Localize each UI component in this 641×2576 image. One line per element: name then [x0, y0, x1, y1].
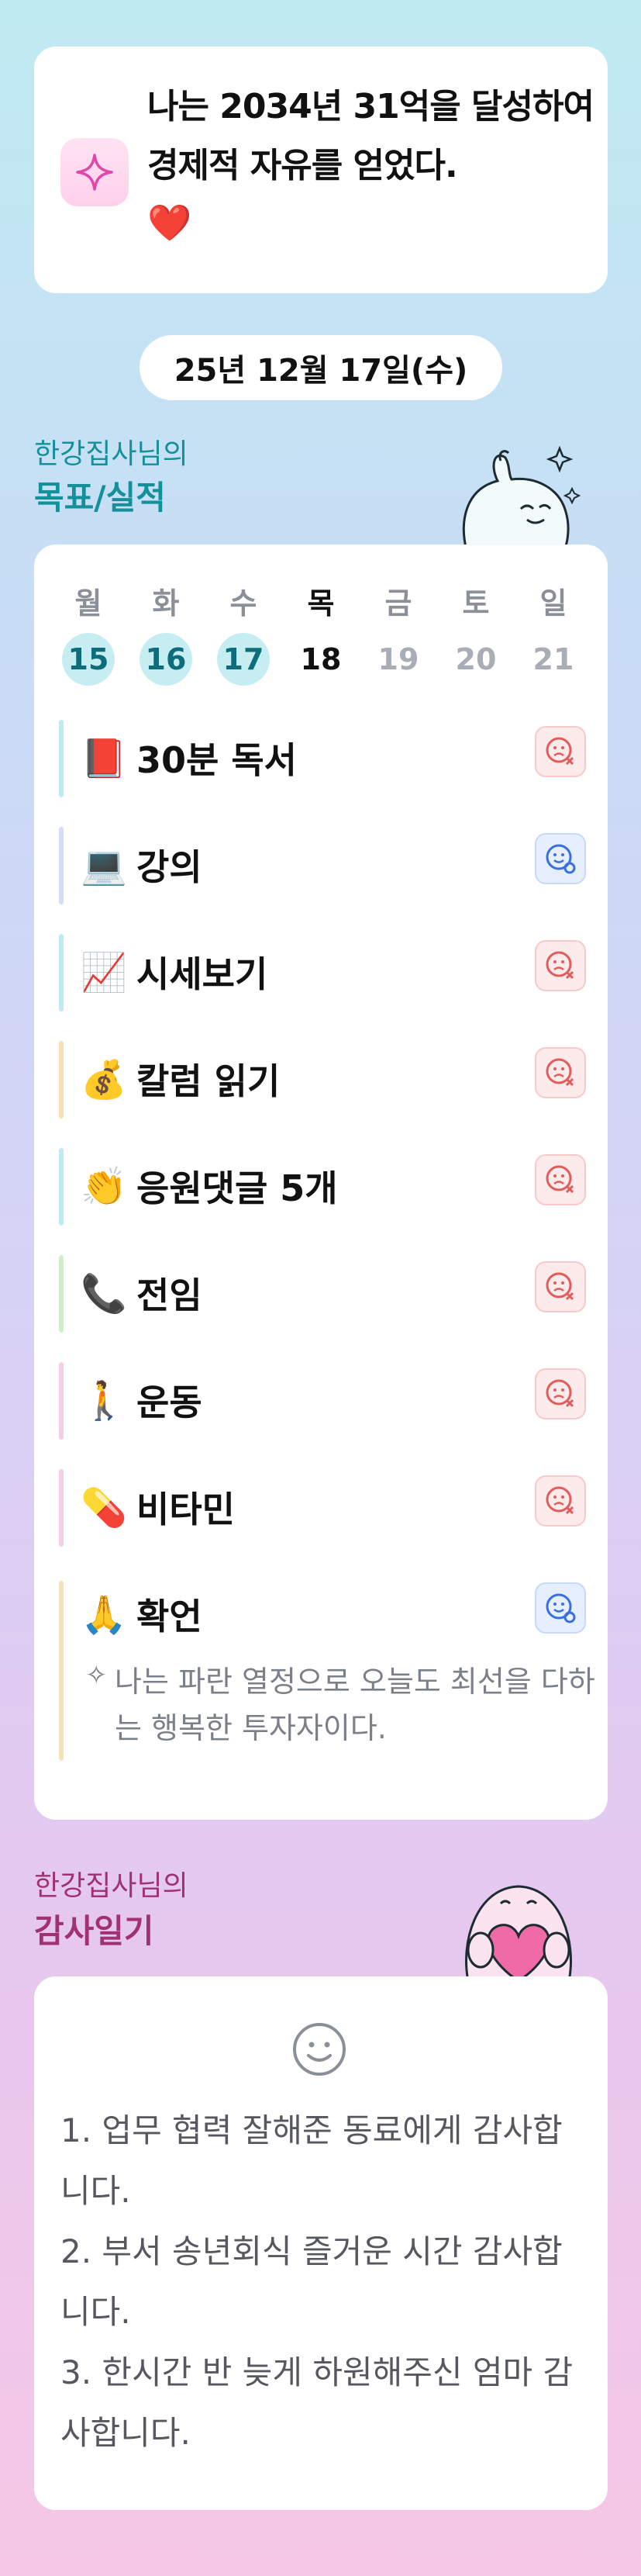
task-label: 전임 [136, 1274, 202, 1316]
status-fail-icon[interactable] [535, 1154, 586, 1205]
task-label: 운동 [136, 1381, 202, 1423]
gratitude-owner: 한강집사님의 [34, 1870, 188, 1902]
day-fri[interactable]: 금 19 [360, 582, 437, 686]
status-fail-icon[interactable] [535, 940, 586, 991]
gratitude-card: 1. 업무 협력 잘해준 동료에게 감사합니다. 2. 부서 송년회식 즐거운 … [34, 1976, 608, 2510]
day-wed[interactable]: 수 17 [205, 582, 282, 686]
smile-icon [293, 2023, 346, 2076]
task-accent-bar [59, 934, 64, 1011]
status-ok-icon[interactable] [535, 833, 586, 884]
clapping-icon: 👏 [81, 1165, 127, 1208]
day-number: 20 [455, 642, 497, 676]
day-number: 17 [217, 633, 270, 686]
phone-icon: 📞 [81, 1272, 127, 1316]
day-number: 21 [532, 642, 574, 676]
goal-statement: 나는 2034년 31억을 달성하여 경제적 자유를 얻었다. ❤️ [147, 78, 597, 250]
day-label: 금 [384, 586, 412, 621]
sparkle-icon [60, 138, 129, 206]
status-fail-icon[interactable] [535, 1475, 586, 1527]
pill-icon: 💊 [81, 1486, 127, 1530]
book-icon: 📕 [81, 737, 127, 780]
gratitude-item: 1. 업무 협력 잘해준 동료에게 감사합니다. [60, 2111, 563, 2210]
day-label: 월 [74, 586, 102, 621]
day-number: 18 [300, 642, 342, 676]
gratitude-item: 2. 부서 송년회식 즐거운 시간 감사합니다. [60, 2232, 563, 2331]
walking-icon: 🚶 [81, 1379, 127, 1423]
gratitude-title: 감사일기 [34, 1912, 154, 1950]
day-label: 목 [307, 586, 335, 621]
status-fail-icon[interactable] [535, 1368, 586, 1419]
task-label: 비타민 [136, 1489, 235, 1530]
task-label: 시세보기 [136, 953, 268, 995]
day-label: 토 [462, 586, 490, 621]
task-label: 응원댓글 5개 [136, 1167, 338, 1209]
day-number: 19 [377, 642, 419, 676]
money-bag-icon: 💰 [81, 1058, 127, 1101]
mascot-cheer-icon [462, 445, 581, 551]
task-item[interactable]: 💰 칼럼 읽기 [59, 1041, 586, 1119]
status-fail-icon[interactable] [535, 726, 586, 777]
praying-hands-icon: 🙏 [81, 1593, 127, 1637]
laptop-icon: 💻 [81, 844, 127, 887]
status-fail-icon[interactable] [535, 1261, 586, 1312]
day-mon[interactable]: 월 15 [50, 582, 127, 686]
week-strip: 월 15 화 16 수 17 목 18 금 19 토 20 일 21 [50, 582, 592, 686]
task-accent-bar [59, 1362, 64, 1440]
goal-banner: 나는 2034년 31억을 달성하여 경제적 자유를 얻었다. ❤️ [34, 47, 608, 293]
day-label: 화 [152, 586, 180, 621]
task-item[interactable]: 📞 전임 [59, 1255, 586, 1333]
day-tue[interactable]: 화 16 [127, 582, 205, 686]
day-label: 수 [229, 586, 257, 621]
task-accent-bar [59, 1469, 64, 1547]
task-accent-bar [59, 827, 64, 904]
task-accent-bar [59, 1255, 64, 1333]
status-ok-icon[interactable] [535, 1582, 586, 1634]
task-item[interactable]: 🙏 확언 [59, 1576, 586, 1654]
task-item[interactable]: 📕 30분 독서 [59, 720, 586, 797]
task-item[interactable]: 🚶 운동 [59, 1362, 586, 1440]
goals-card: 월 15 화 16 수 17 목 18 금 19 토 20 일 21 📕 30분… [34, 545, 608, 1820]
mascot-heart-icon [465, 1885, 572, 1981]
date-pill[interactable]: 25년 12월 17일(수) [140, 335, 502, 400]
day-number: 15 [62, 633, 115, 686]
gratitude-list: 1. 업무 협력 잘해준 동료에게 감사합니다. 2. 부서 송년회식 즐거운 … [60, 2101, 588, 2464]
task-label: 강의 [136, 846, 202, 888]
task-item[interactable]: 💊 비타민 [59, 1469, 586, 1547]
chart-up-icon: 📈 [81, 951, 127, 994]
gratitude-item: 3. 한시간 반 늦게 하원해주신 엄마 감사합니다. [60, 2353, 574, 2452]
affirmation-text: 나는 파란 열정으로 오늘도 최선을 다하는 행복한 투자자이다. [115, 1665, 595, 1745]
task-label: 확언 [136, 1596, 202, 1637]
task-accent-bar [59, 720, 64, 797]
goals-owner: 한강집사님의 [34, 438, 188, 470]
day-number: 16 [140, 633, 192, 686]
goals-title: 목표/실적 [34, 479, 166, 517]
task-label: 칼럼 읽기 [136, 1060, 281, 1102]
task-label: 30분 독서 [136, 739, 297, 781]
status-fail-icon[interactable] [535, 1047, 586, 1098]
task-accent-bar [59, 1041, 64, 1119]
day-sat[interactable]: 토 20 [437, 582, 515, 686]
day-thu[interactable]: 목 18 [282, 582, 360, 686]
sparkle-icon: ✧ [85, 1660, 108, 1691]
goal-statement-text: 나는 2034년 31억을 달성하여 경제적 자유를 얻었다. [147, 87, 594, 185]
day-sun[interactable]: 일 21 [515, 582, 592, 686]
day-label: 일 [539, 586, 567, 621]
task-item[interactable]: 👏 응원댓글 5개 [59, 1148, 586, 1226]
task-item[interactable]: 💻 강의 [59, 827, 586, 904]
task-accent-bar [59, 1148, 64, 1226]
heart-icon: ❤️ [147, 202, 191, 244]
task-item[interactable]: 📈 시세보기 [59, 934, 586, 1011]
